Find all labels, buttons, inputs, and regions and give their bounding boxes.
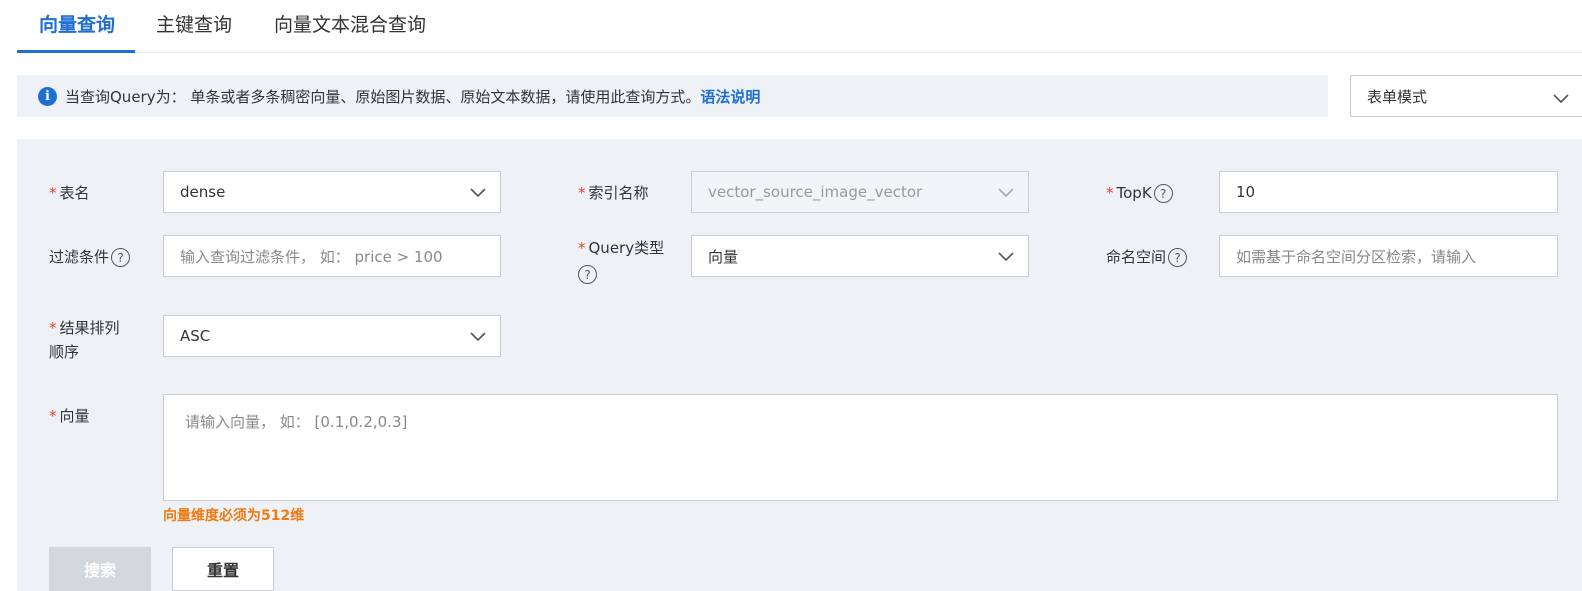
tab-bar: 向量查询 主键查询 向量文本混合查询 [17, 0, 445, 53]
namespace-label: 命名空间? [1106, 245, 1188, 269]
index-name-label: * 索引名称 [578, 184, 649, 202]
table-name-value: dense [180, 183, 226, 201]
help-circle-icon[interactable]: ? [578, 265, 597, 284]
sort-order-select[interactable]: ASC [163, 315, 501, 357]
help-circle-icon[interactable]: ? [1168, 248, 1188, 267]
mode-select[interactable]: 表单模式 [1350, 75, 1582, 117]
vector-placeholder: 请输入向量， 如： [0.1,0.2,0.3] [185, 413, 408, 431]
tab-divider [445, 52, 1582, 53]
namespace-input[interactable]: 如需基于命名空间分区检索，请输入 [1219, 235, 1558, 277]
reset-button[interactable]: 重置 [172, 547, 274, 591]
search-button[interactable]: 搜索 [49, 547, 151, 591]
active-tab-indicator [17, 50, 135, 53]
chevron-down-icon [998, 252, 1014, 262]
vector-label: * 向量 [49, 407, 90, 425]
info-icon: i [38, 86, 57, 106]
namespace-placeholder: 如需基于命名空间分区检索，请输入 [1236, 247, 1477, 266]
query-type-select[interactable]: 向量 [691, 235, 1029, 277]
table-name-select[interactable]: dense [163, 171, 501, 213]
vector-textarea[interactable]: 请输入向量， 如： [0.1,0.2,0.3] [163, 394, 1558, 501]
topk-value: 10 [1236, 183, 1256, 201]
query-type-value: 向量 [708, 247, 739, 266]
table-name-label: * 表名 [49, 184, 90, 202]
tab-hybrid-query[interactable]: 向量文本混合查询 [274, 10, 426, 37]
filter-placeholder: 输入查询过滤条件， 如： price > 100 [180, 247, 443, 266]
query-type-help: ? [578, 262, 597, 286]
notice-text: 当查询Query为： 单条或者多条稠密向量、原始图片数据、原始文本数据，请使用此… [65, 87, 701, 106]
filter-input[interactable]: 输入查询过滤条件， 如： price > 100 [163, 235, 501, 277]
vector-error-message: 向量维度必须为512维 [163, 508, 305, 524]
index-name-value: vector_source_image_vector [708, 183, 923, 201]
help-circle-icon[interactable]: ? [111, 248, 131, 267]
sort-order-value: ASC [180, 327, 211, 345]
chevron-down-icon [470, 332, 486, 342]
sort-order-label: * 结果排列 [49, 319, 120, 337]
mode-select-value: 表单模式 [1367, 87, 1428, 106]
filter-label: 过滤条件? [49, 245, 131, 269]
chevron-down-icon [470, 188, 486, 198]
syntax-help-link[interactable]: 语法说明 [700, 86, 760, 107]
topk-input[interactable]: 10 [1219, 171, 1558, 213]
sort-order-label-line2: 顺序 [49, 343, 80, 361]
topk-label: * TopK? [1106, 181, 1173, 205]
info-notice: i 当查询Query为： 单条或者多条稠密向量、原始图片数据、原始文本数据，请使… [17, 75, 1328, 117]
chevron-down-icon [998, 188, 1014, 198]
tab-vector-query[interactable]: 向量查询 [39, 10, 115, 37]
query-type-label: * Query类型 [578, 239, 665, 257]
chevron-down-icon [1553, 94, 1569, 104]
index-name-select: vector_source_image_vector [691, 171, 1029, 213]
tab-primary-key-query[interactable]: 主键查询 [156, 10, 232, 37]
help-circle-icon[interactable]: ? [1153, 184, 1173, 203]
